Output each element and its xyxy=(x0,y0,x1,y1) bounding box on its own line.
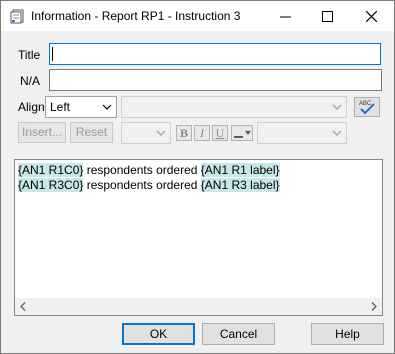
field-tag: {AN1 R3 label} xyxy=(200,178,280,192)
chevron-down-icon xyxy=(102,104,112,110)
text-color-icon xyxy=(234,131,251,138)
help-button[interactable]: Help xyxy=(311,323,384,345)
horizontal-scrollbar[interactable] xyxy=(15,298,382,315)
chevron-down-icon xyxy=(156,130,166,136)
editor-line: {AN1 R1C0} respondents ordered {AN1 R1 l… xyxy=(18,163,280,177)
maximize-icon xyxy=(321,10,333,22)
cancel-button[interactable]: Cancel xyxy=(202,323,275,345)
style-select[interactable] xyxy=(121,96,347,118)
field-tag: {AN1 R3C0} xyxy=(18,178,84,192)
minimize-button[interactable] xyxy=(263,1,307,31)
font-size-select[interactable] xyxy=(121,122,171,144)
report-app-icon xyxy=(10,9,24,24)
scroll-left-icon[interactable] xyxy=(19,302,27,311)
underline-button[interactable]: U xyxy=(212,125,228,141)
na-label: N/A xyxy=(20,74,41,88)
close-icon xyxy=(365,10,377,22)
spell-check-button[interactable]: ABC xyxy=(354,97,380,117)
plain-text: respondents ordered xyxy=(83,163,201,177)
reset-button[interactable]: Reset xyxy=(70,122,113,143)
minimize-icon xyxy=(279,16,291,17)
spell-check-icon: ABC xyxy=(359,101,375,115)
na-input[interactable] xyxy=(49,69,382,91)
text-caret xyxy=(52,47,53,61)
bold-button[interactable]: B xyxy=(176,125,192,141)
scroll-right-icon[interactable] xyxy=(370,302,378,311)
information-dialog: Information - Report RP1 - Instruction 3… xyxy=(0,0,395,354)
text-editor[interactable]: {AN1 R1C0} respondents ordered {AN1 R1 l… xyxy=(14,159,383,316)
field-tag: {AN1 R1C0} xyxy=(18,163,84,177)
italic-button[interactable]: I xyxy=(194,125,210,141)
color-select[interactable] xyxy=(257,122,347,144)
align-select-value: Left xyxy=(50,100,71,114)
insert-button[interactable]: Insert... xyxy=(18,122,66,143)
title-input[interactable] xyxy=(49,43,381,65)
align-label: Align xyxy=(18,100,45,114)
title-bar: Information - Report RP1 - Instruction 3 xyxy=(1,1,394,31)
chevron-down-icon xyxy=(332,130,342,136)
plain-text: respondents ordered xyxy=(83,178,201,192)
maximize-button[interactable] xyxy=(305,1,349,31)
window-title: Information - Report RP1 - Instruction 3 xyxy=(31,9,241,23)
svg-text:ABC: ABC xyxy=(359,101,372,107)
title-label: Title xyxy=(18,48,41,62)
close-button[interactable] xyxy=(349,1,393,31)
ok-button[interactable]: OK xyxy=(122,323,195,345)
align-select[interactable]: Left xyxy=(45,96,117,118)
text-color-button[interactable] xyxy=(231,125,253,141)
editor-line: {AN1 R3C0} respondents ordered {AN1 R3 l… xyxy=(18,178,280,192)
chevron-down-icon xyxy=(332,104,342,110)
field-tag: {AN1 R1 label} xyxy=(200,163,280,177)
